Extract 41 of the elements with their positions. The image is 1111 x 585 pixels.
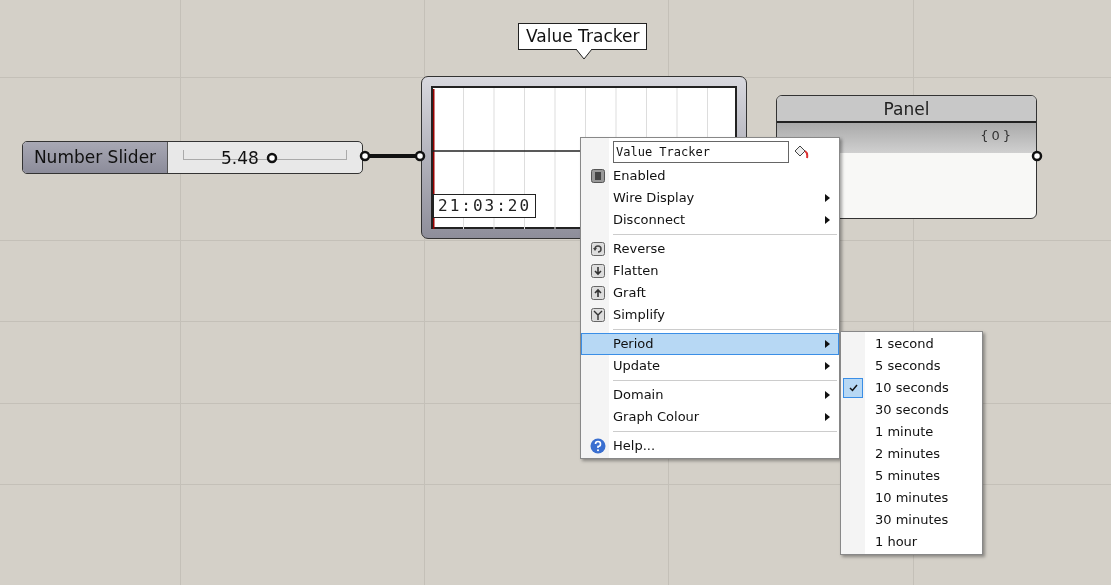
- up-arrow-icon: [590, 286, 605, 300]
- name-field[interactable]: Value Tracker: [613, 141, 789, 163]
- output-grip-icon: [359, 150, 371, 162]
- menu-item[interactable]: 10 minutes: [841, 487, 982, 509]
- menu-item[interactable]: Flatten: [581, 260, 839, 282]
- branch-path: {0}: [980, 127, 1014, 145]
- menu-item[interactable]: Help...: [581, 435, 839, 457]
- menu-item[interactable]: Simplify: [581, 304, 839, 326]
- menu-item[interactable]: 30 minutes: [841, 509, 982, 531]
- tooltip-pointer-icon: [576, 49, 592, 60]
- menu-item[interactable]: 2 minutes: [841, 443, 982, 465]
- toggle-icon: [590, 169, 605, 183]
- input-grip-icon: [414, 150, 426, 162]
- menu-item[interactable]: Wire Display: [581, 187, 839, 209]
- menu-item[interactable]: 1 hour: [841, 531, 982, 553]
- menu-item[interactable]: 10 seconds: [841, 377, 982, 399]
- slider-value: 5.48: [221, 148, 259, 168]
- funnel-icon: [590, 308, 605, 322]
- help-icon: [589, 438, 606, 454]
- menu-item[interactable]: 5 minutes: [841, 465, 982, 487]
- menu-item[interactable]: Disconnect: [581, 209, 839, 231]
- menu-item[interactable]: Update: [581, 355, 839, 377]
- menu-item[interactable]: Graph Colour: [581, 406, 839, 428]
- menu-item[interactable]: Period: [581, 333, 839, 355]
- down-arrow-icon: [590, 264, 605, 278]
- menu-item[interactable]: Enabled: [581, 165, 839, 187]
- menu-item[interactable]: 5 seconds: [841, 355, 982, 377]
- menu-item[interactable]: Graft: [581, 282, 839, 304]
- menu-item[interactable]: 1 second: [841, 333, 982, 355]
- menu-item[interactable]: 30 seconds: [841, 399, 982, 421]
- panel-title: Panel: [777, 96, 1036, 123]
- undo-arrow-icon: [590, 242, 605, 256]
- number-slider[interactable]: Number Slider 5.48: [22, 141, 363, 174]
- menu-item[interactable]: 1 minute: [841, 421, 982, 443]
- time-label: 21:03:20: [433, 194, 537, 218]
- menu-item[interactable]: Reverse: [581, 238, 839, 260]
- wire: [368, 154, 416, 158]
- slider-handle[interactable]: [266, 152, 278, 164]
- paint-bucket-icon[interactable]: [793, 144, 809, 160]
- menu-item[interactable]: Domain: [581, 384, 839, 406]
- slider-label: Number Slider: [23, 142, 168, 173]
